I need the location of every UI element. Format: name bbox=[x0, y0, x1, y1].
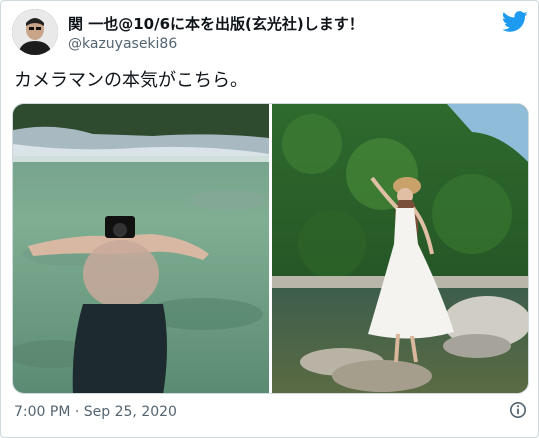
twitter-bird-icon[interactable] bbox=[502, 11, 528, 33]
author-name[interactable]: 関 一也@10/6に本を出版(玄光社)します！ bbox=[68, 15, 364, 33]
avatar-image bbox=[12, 9, 58, 55]
tweet-card: 関 一也@10/6に本を出版(玄光社)します！ @kazuyaseki86 カメ… bbox=[0, 0, 539, 438]
tweet-header: 関 一也@10/6に本を出版(玄光社)します！ @kazuyaseki86 bbox=[12, 7, 528, 59]
tweet-text: カメラマンの本気がこちら。 bbox=[14, 70, 248, 91]
info-icon[interactable] bbox=[509, 401, 527, 419]
tweet-media bbox=[12, 103, 529, 394]
author-handle[interactable]: @kazuyaseki86 bbox=[68, 35, 177, 53]
photo-woman-on-river-rock[interactable] bbox=[272, 104, 528, 393]
tweet-timestamp[interactable]: 7:00 PM · Sep 25, 2020 bbox=[14, 403, 177, 421]
author-avatar[interactable] bbox=[12, 9, 58, 55]
photo-photographer-in-river[interactable] bbox=[13, 104, 269, 393]
